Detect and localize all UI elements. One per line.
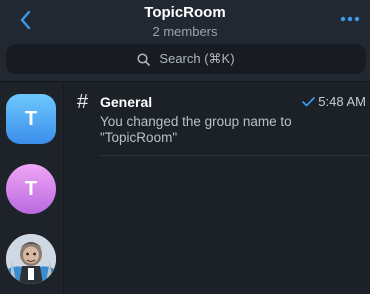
chat-preview: You changed the group name to "TopicRoom… — [100, 114, 292, 145]
more-options-button[interactable] — [338, 9, 362, 29]
title-block[interactable]: TopicRoom 2 members — [0, 4, 370, 40]
search-icon — [137, 52, 151, 66]
avatar-letter: T — [24, 107, 38, 130]
more-dots-icon — [340, 16, 360, 22]
list-item[interactable]: # General 5:48 AM You changed the group … — [65, 83, 370, 156]
sidebar-item-avatar-t[interactable]: T — [6, 164, 56, 214]
search-field[interactable]: Search (⌘K) — [6, 44, 366, 74]
chat-timestamp: 5:48 AM — [318, 94, 366, 109]
member-count: 2 members — [152, 24, 218, 39]
user-photo-icon — [6, 234, 56, 284]
page-title: TopicRoom — [144, 4, 226, 21]
topic-sidebar: T T — [0, 83, 64, 294]
search-placeholder: Search (⌘K) — [159, 51, 235, 66]
checkmark-icon — [302, 96, 316, 106]
sidebar-item-photo-avatar[interactable] — [6, 234, 56, 284]
chat-title: General — [100, 94, 153, 110]
hashtag-icon: # — [77, 91, 89, 113]
top-bar: TopicRoom 2 members Search (⌘K) — [0, 0, 370, 82]
avatar-letter: T — [24, 177, 38, 200]
sidebar-item-topicroom-avatar[interactable]: T — [6, 94, 56, 144]
divider — [100, 155, 370, 156]
chat-list: # General 5:48 AM You changed the group … — [65, 83, 370, 294]
chat-meta: 5:48 AM — [302, 94, 366, 109]
